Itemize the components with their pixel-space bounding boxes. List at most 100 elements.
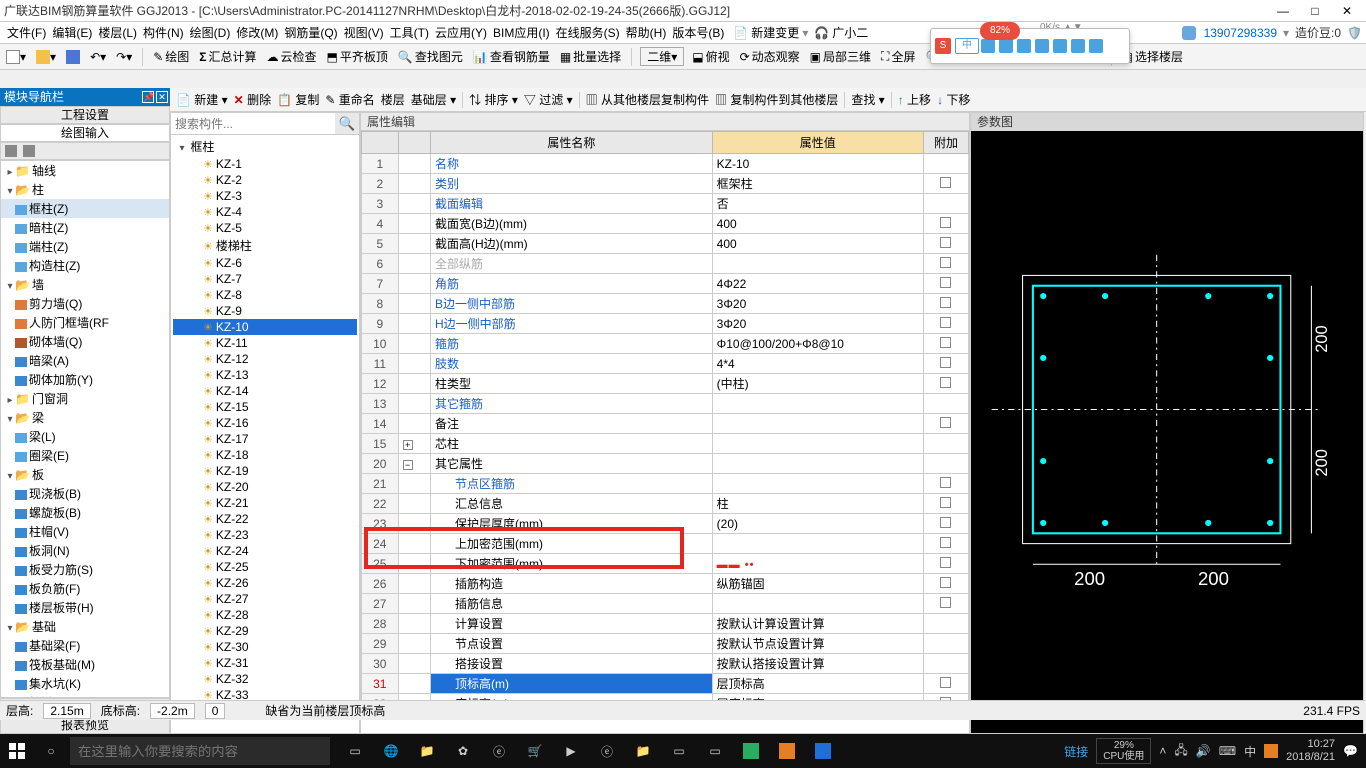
new-change-icon[interactable]: 📄 <box>733 26 748 40</box>
menu-bim[interactable]: BIM应用(I) <box>490 24 553 41</box>
kz-item[interactable]: ☀KZ-30 <box>173 639 357 655</box>
kz-item[interactable]: ☀KZ-23 <box>173 527 357 543</box>
kz-item[interactable]: ☀KZ-26 <box>173 575 357 591</box>
tool-icon-2[interactable] <box>23 145 35 157</box>
tb2-new[interactable]: 📄 新建 ▾ <box>176 91 228 108</box>
ime-toolbar[interactable]: S 中 <box>930 28 1130 64</box>
kz-item[interactable]: ☀KZ-13 <box>173 367 357 383</box>
cortana-icon[interactable]: ○ <box>34 744 68 758</box>
menu-rebar[interactable]: 钢筋量(Q) <box>281 24 340 41</box>
kz-item[interactable]: ☀KZ-10 <box>173 319 357 335</box>
kz-item[interactable]: ☀KZ-9 <box>173 303 357 319</box>
bean-icon[interactable]: 🛡️ <box>1347 26 1362 40</box>
new-file-button[interactable]: ▾ <box>4 49 28 65</box>
kz-item[interactable]: ☀KZ-12 <box>173 351 357 367</box>
menu-component[interactable]: 构件(N) <box>140 24 187 41</box>
tb2-copy[interactable]: 📋 复制 <box>277 91 319 108</box>
kz-item[interactable]: ☀KZ-27 <box>173 591 357 607</box>
tray-link[interactable]: 链接 <box>1064 743 1088 760</box>
tray-up-icon[interactable]: ˄ <box>1159 744 1166 758</box>
app-icon-5[interactable]: 🛒 <box>520 737 550 765</box>
find-elem-button[interactable]: 🔍查找图元 <box>396 47 465 66</box>
fullscreen-button[interactable]: ⛶全屏 <box>879 47 917 66</box>
tray-vol-icon[interactable]: 🔊 <box>1196 744 1211 758</box>
app-icon-13[interactable] <box>808 737 838 765</box>
tb2-floor[interactable]: 楼层 <box>381 91 405 108</box>
kz-item[interactable]: ☀KZ-29 <box>173 623 357 639</box>
app-icon-11[interactable] <box>736 737 766 765</box>
user-phone[interactable]: 13907298339 <box>1204 26 1277 40</box>
app-icon-6[interactable]: ▶ <box>556 737 586 765</box>
tb2-find[interactable]: 查找 ▾ <box>851 91 884 108</box>
kz-item[interactable]: ☀KZ-15 <box>173 399 357 415</box>
tray-lang[interactable]: 中 <box>1244 743 1256 760</box>
menu-online[interactable]: 在线服务(S) <box>553 24 623 41</box>
menu-cloud[interactable]: 云应用(Y) <box>432 24 490 41</box>
menu-help[interactable]: 帮助(H) <box>623 24 670 41</box>
kz-item[interactable]: ☀KZ-31 <box>173 655 357 671</box>
kz-item[interactable]: ☀KZ-24 <box>173 543 357 559</box>
kz-item[interactable]: ☀KZ-7 <box>173 271 357 287</box>
kz-item[interactable]: ☀KZ-17 <box>173 431 357 447</box>
nav-tab-draw[interactable]: 绘图输入 <box>0 124 170 142</box>
maximize-button[interactable]: □ <box>1308 4 1322 18</box>
tree-axis[interactable]: 轴线 <box>32 164 56 178</box>
tb2-rename[interactable]: ✎ 重命名 <box>325 91 374 108</box>
orbit-button[interactable]: ⟳动态观察 <box>738 47 802 66</box>
tb2-del[interactable]: ✕ 删除 <box>234 91 271 108</box>
menu-tools[interactable]: 工具(T) <box>387 24 432 41</box>
kz-list[interactable]: ▾ 框柱☀KZ-1☀KZ-2☀KZ-3☀KZ-4☀KZ-5☀楼梯柱☀KZ-6☀K… <box>171 135 359 733</box>
taskview-icon[interactable]: ▭ <box>340 737 370 765</box>
menu-view[interactable]: 视图(V) <box>341 24 387 41</box>
kz-item[interactable]: ☀KZ-32 <box>173 671 357 687</box>
start-button[interactable] <box>0 734 34 768</box>
tray-sogou-icon[interactable] <box>1264 744 1278 758</box>
kz-item[interactable]: ☀KZ-4 <box>173 204 357 220</box>
open-file-button[interactable]: ▾ <box>34 49 58 65</box>
tree-slab[interactable]: 板 <box>32 468 44 482</box>
kz-item[interactable]: ☀KZ-14 <box>173 383 357 399</box>
kz-item[interactable]: ☀KZ-25 <box>173 559 357 575</box>
kz-item[interactable]: ☀KZ-20 <box>173 479 357 495</box>
avatar-icon[interactable] <box>1182 26 1196 40</box>
tree-framecol[interactable]: 框柱(Z) <box>29 202 68 216</box>
tray-net-icon[interactable]: 🖧 <box>1174 741 1187 762</box>
ime-lang[interactable]: 中 <box>955 38 979 54</box>
taskbar-search[interactable] <box>70 737 330 765</box>
kz-item[interactable]: ☀KZ-2 <box>173 172 357 188</box>
kz-item[interactable]: ☀KZ-28 <box>173 607 357 623</box>
tree-column[interactable]: 柱 <box>32 183 44 197</box>
app-icon-2[interactable]: 📁 <box>412 737 442 765</box>
menu-edit[interactable]: 编辑(E) <box>49 24 95 41</box>
ime-icon-4[interactable] <box>1035 39 1049 53</box>
app-icon-8[interactable]: 📁 <box>628 737 658 765</box>
top-view-button[interactable]: ⬓俯视 <box>690 47 731 66</box>
close-button[interactable]: ✕ <box>1340 4 1354 18</box>
kz-item[interactable]: ☀KZ-11 <box>173 335 357 351</box>
sum-button[interactable]: Σ汇总计算 <box>197 47 258 66</box>
kz-item[interactable]: ☀KZ-21 <box>173 495 357 511</box>
app-icon-12[interactable] <box>772 737 802 765</box>
tb2-base[interactable]: 基础层 ▾ <box>411 91 456 108</box>
property-table[interactable]: 属性名称 属性值 附加 1名称KZ-102类别框架柱3截面编辑否4截面宽(B边)… <box>361 131 969 733</box>
tray-notif-icon[interactable]: 💬 <box>1343 744 1358 758</box>
tray-ime-icon[interactable]: ⌨ <box>1219 744 1236 758</box>
tb2-down[interactable]: ↓ 下移 <box>937 91 970 108</box>
tb2-copyfrom[interactable]: ▥ 从其他楼层复制构件 <box>586 91 709 108</box>
app-icon-10[interactable]: ▭ <box>700 737 730 765</box>
kz-item[interactable]: ☀KZ-1 <box>173 156 357 172</box>
menu-floor[interactable]: 楼层(L) <box>95 24 140 41</box>
app-icon-9[interactable]: ▭ <box>664 737 694 765</box>
dim-mode-select[interactable]: 二维 ▾ <box>640 47 684 66</box>
menu-file[interactable]: 文件(F) <box>4 24 49 41</box>
ime-icon-6[interactable] <box>1071 39 1085 53</box>
new-change-button[interactable]: 新建变更 <box>748 24 802 41</box>
minimize-button[interactable]: — <box>1276 4 1290 18</box>
local-3d-button[interactable]: ▣局部三维 <box>808 47 873 66</box>
ime-icon-7[interactable] <box>1089 39 1103 53</box>
kz-item[interactable]: ☀KZ-5 <box>173 220 357 236</box>
app-icon-3[interactable]: ✿ <box>448 737 478 765</box>
tool-icon-1[interactable] <box>5 145 17 157</box>
search-input[interactable] <box>171 113 335 134</box>
pin-icon[interactable]: 📌 <box>142 91 154 103</box>
